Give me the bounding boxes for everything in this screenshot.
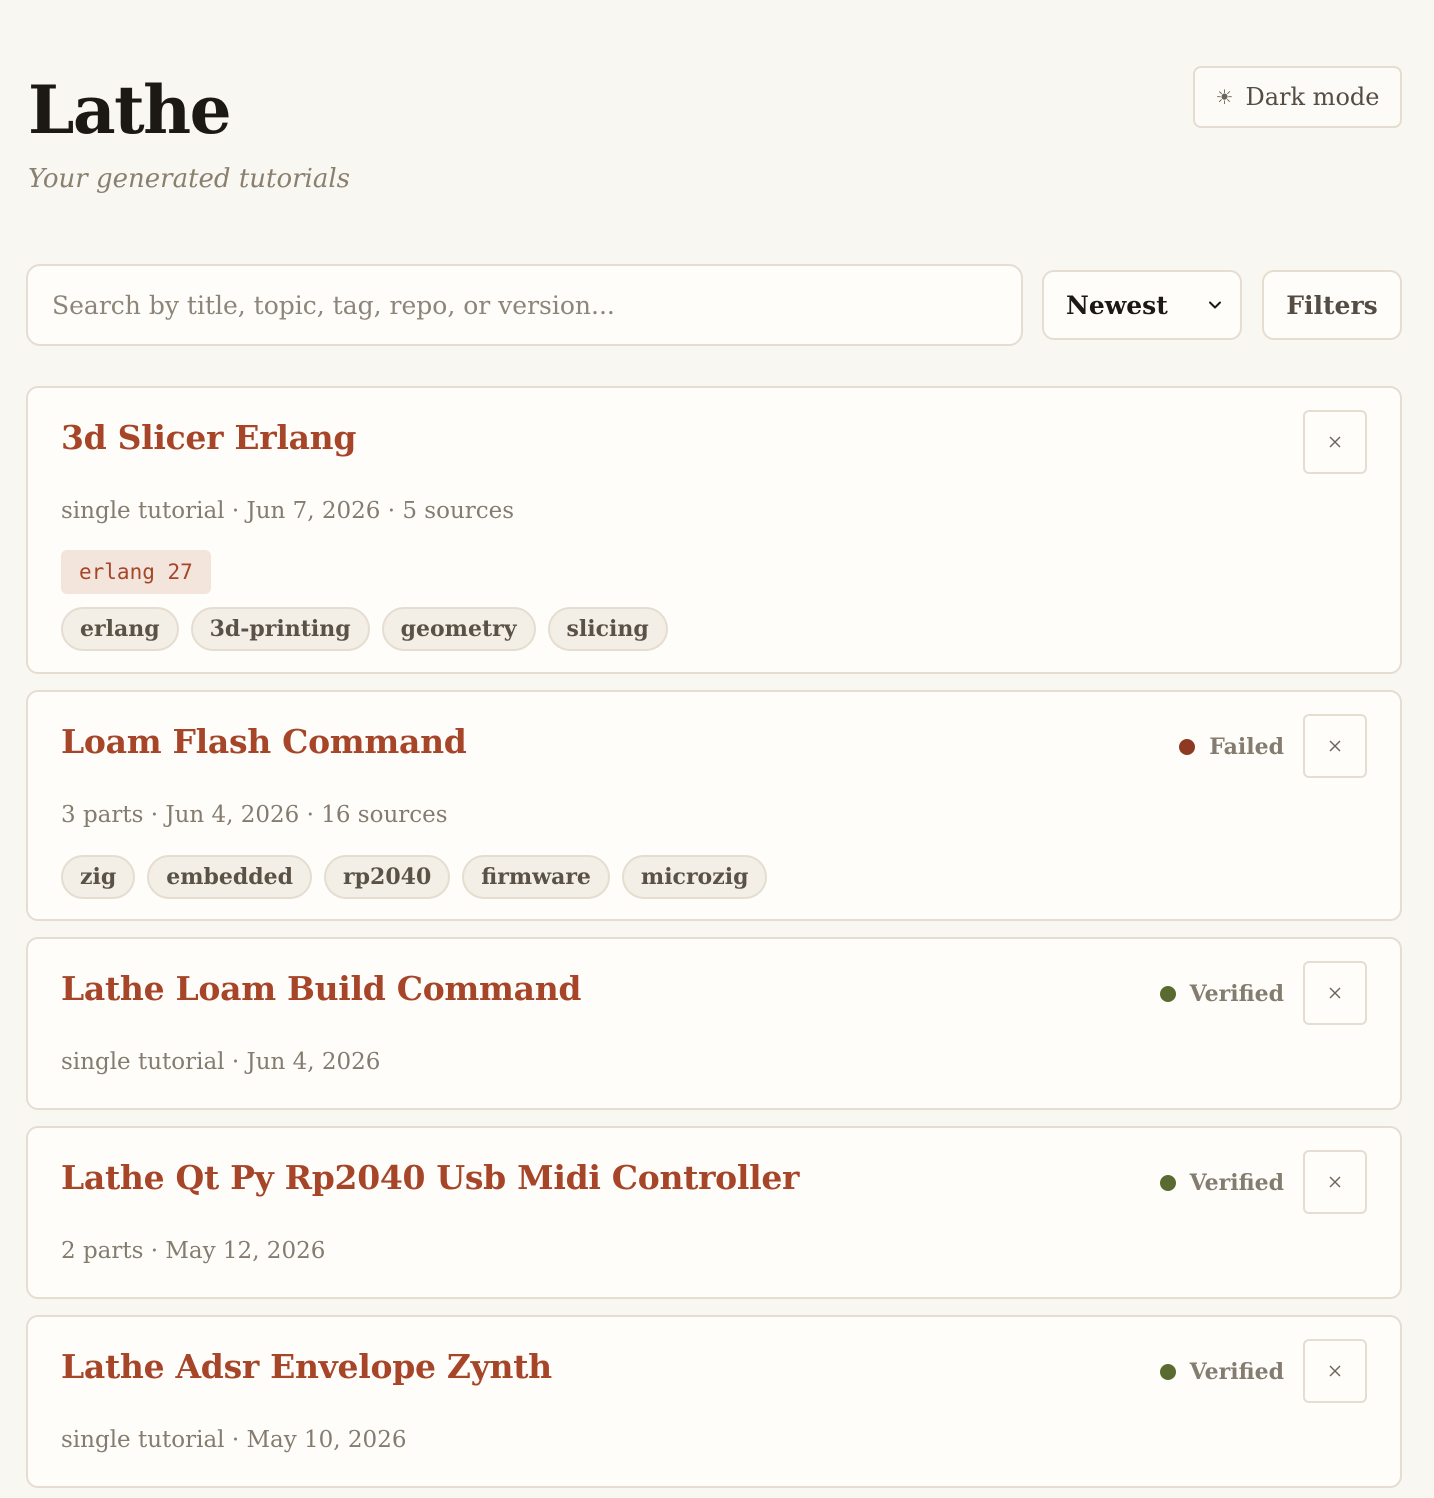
search-input[interactable] — [26, 264, 1023, 346]
status-dot-icon — [1159, 986, 1176, 1002]
page-subtitle: Your generated tutorials — [28, 164, 351, 194]
tutorial-meta: single tutorial · Jun 4, 2026 — [61, 1049, 381, 1075]
tutorial-card[interactable]: Lathe Adsr Envelope Zynth Verified singl… — [26, 1315, 1402, 1488]
tag-chip[interactable]: erlang — [61, 607, 179, 651]
status-dot-icon — [1159, 1364, 1176, 1380]
tutorial-title[interactable]: Lathe Loam Build Command — [61, 969, 582, 1008]
tutorial-title[interactable]: 3d Slicer Erlang — [61, 418, 356, 457]
tag-chip[interactable]: slicing — [547, 607, 668, 651]
status-dot-icon — [1159, 1175, 1176, 1191]
close-icon — [1329, 987, 1341, 999]
tutorial-meta: 2 parts · May 12, 2026 — [61, 1238, 326, 1264]
delete-button[interactable] — [1303, 961, 1367, 1025]
tag-chip[interactable]: 3d-printing — [190, 607, 370, 651]
status-label: Failed — [1209, 734, 1284, 760]
status-label: Verified — [1189, 1170, 1284, 1196]
status-badge: Verified — [1159, 981, 1284, 1007]
tutorial-meta: single tutorial · Jun 7, 2026 · 5 source… — [61, 498, 515, 524]
delete-button[interactable] — [1303, 714, 1367, 778]
status-label: Verified — [1189, 1359, 1284, 1385]
tag-chip[interactable]: embedded — [147, 855, 313, 899]
tag-list: erlang 3d-printing geometry slicing — [61, 607, 668, 651]
filters-button[interactable]: Filters — [1262, 270, 1402, 340]
status-label: Verified — [1189, 981, 1284, 1007]
tutorial-title[interactable]: Lathe Qt Py Rp2040 Usb Midi Controller — [61, 1158, 799, 1197]
tutorial-card[interactable]: Lathe Loam Build Command Verified single… — [26, 937, 1402, 1110]
page-title: Lathe — [28, 71, 232, 149]
status-badge: Verified — [1159, 1359, 1284, 1385]
close-icon — [1329, 436, 1341, 448]
sun-icon: ☀ — [1215, 85, 1234, 109]
tutorial-title[interactable]: Loam Flash Command — [61, 722, 467, 761]
tutorial-meta: single tutorial · May 10, 2026 — [61, 1427, 407, 1453]
status-badge: Failed — [1179, 734, 1284, 760]
delete-button[interactable] — [1303, 1150, 1367, 1214]
tag-chip[interactable]: geometry — [381, 607, 536, 651]
tag-list: zig embedded rp2040 firmware microzig — [61, 855, 768, 899]
tag-chip[interactable]: firmware — [462, 855, 610, 899]
status-badge: Verified — [1159, 1170, 1284, 1196]
delete-button[interactable] — [1303, 410, 1367, 474]
status-dot-icon — [1179, 739, 1196, 755]
chevron-down-icon — [1209, 301, 1221, 309]
sort-select[interactable]: Newest — [1042, 270, 1242, 340]
tag-chip[interactable]: microzig — [621, 855, 768, 899]
tutorial-card[interactable]: 3d Slicer Erlang single tutorial · Jun 7… — [26, 386, 1402, 674]
delete-button[interactable] — [1303, 1339, 1367, 1403]
dark-mode-button[interactable]: ☀ Dark mode — [1193, 66, 1402, 128]
tag-chip[interactable]: zig — [61, 855, 136, 899]
dark-mode-label: Dark mode — [1245, 83, 1380, 111]
tutorial-card[interactable]: Loam Flash Command Failed 3 parts · Jun … — [26, 690, 1402, 921]
page-header: Lathe Your generated tutorials — [28, 70, 350, 194]
close-icon — [1329, 1365, 1341, 1377]
tutorial-meta: 3 parts · Jun 4, 2026 · 16 sources — [61, 802, 448, 828]
version-badge: erlang 27 — [61, 550, 211, 594]
filters-label: Filters — [1286, 290, 1378, 320]
tag-chip[interactable]: rp2040 — [324, 855, 451, 899]
close-icon — [1329, 740, 1341, 752]
close-icon — [1329, 1176, 1341, 1188]
sort-value: Newest — [1066, 290, 1168, 320]
tutorial-title[interactable]: Lathe Adsr Envelope Zynth — [61, 1347, 552, 1386]
tutorial-card[interactable]: Lathe Qt Py Rp2040 Usb Midi Controller V… — [26, 1126, 1402, 1299]
